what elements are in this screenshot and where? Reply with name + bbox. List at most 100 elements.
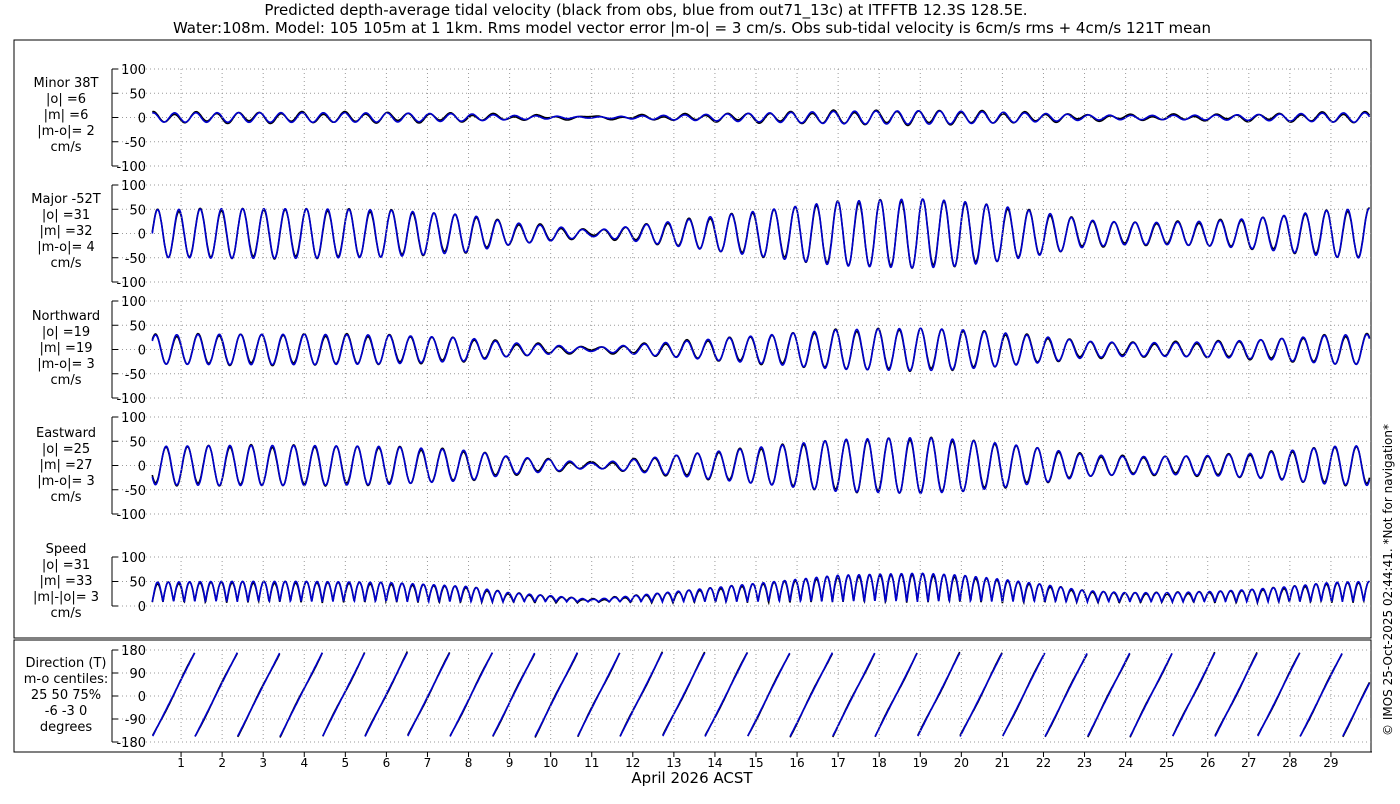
x-tick-label: 2 <box>218 756 226 770</box>
chart-title-line1: Predicted depth-average tidal velocity (… <box>264 1 1027 20</box>
panel-label-line: |m-o|= 4 <box>37 240 95 255</box>
y-tick-label: 0 <box>138 460 146 475</box>
y-tick-label: 100 <box>121 551 146 566</box>
y-tick-label: -180 <box>116 736 146 751</box>
panel-north: 100 50 0 -50 -100 Northward|o| =19|m| =19|m-o… <box>32 295 1372 407</box>
y-tick-label: -100 <box>116 160 146 175</box>
y-tick-label: 50 <box>129 203 146 218</box>
x-tick-label: 5 <box>342 756 350 770</box>
y-tick-label: -90 <box>125 713 146 728</box>
panel-major: 100 50 0 -50 -100 Major -52T|o| =31|m| =32|m-… <box>31 179 1372 291</box>
x-tick-label: 11 <box>584 756 599 770</box>
x-tick-label: 24 <box>1118 756 1133 770</box>
panel-label-line: cm/s <box>51 256 82 271</box>
panel-label-line: cm/s <box>51 490 82 505</box>
y-tick-label: 50 <box>129 576 146 591</box>
panel-label-line: cm/s <box>51 606 82 621</box>
panel-label-line: Major -52T <box>31 192 100 207</box>
panel-label-line: Speed <box>46 542 87 557</box>
panel-label-line: |o| =31 <box>42 208 90 223</box>
y-tick-label: 0 <box>138 600 146 615</box>
panel-label-line: Northward <box>32 309 100 324</box>
y-tick-label: 180 <box>121 644 146 659</box>
x-tick-label: 22 <box>1036 756 1051 770</box>
panel-label-line: cm/s <box>51 373 82 388</box>
x-tick-label: 3 <box>259 756 267 770</box>
x-tick-label: 20 <box>954 756 969 770</box>
x-tick-label: 6 <box>383 756 391 770</box>
panel-label-line: |m| =33 <box>40 574 93 589</box>
y-tick-label: -50 <box>125 252 146 267</box>
y-tick-label: 50 <box>129 319 146 334</box>
y-tick-label: -100 <box>116 392 146 407</box>
x-tick-label: 7 <box>424 756 432 770</box>
x-tick-label: 17 <box>830 756 845 770</box>
x-tick-label: 8 <box>465 756 473 770</box>
panel-label-line: |m| =19 <box>40 341 93 356</box>
panel-label-line: cm/s <box>51 140 82 155</box>
series-model-speed <box>151 572 1370 606</box>
series-obs-dir <box>152 651 1371 738</box>
panel-label-line: degrees <box>40 720 93 735</box>
x-tick-label: 9 <box>506 756 514 770</box>
panel-dir: 180 90 0 -90 -180 Direction (T)m-o centiles:2… <box>24 644 1372 751</box>
chart-title-line2: Water:108m. Model: 105 105m at 1 1km. Rm… <box>173 19 1211 37</box>
x-tick-label: 27 <box>1241 756 1256 770</box>
lower-frame <box>13 639 1372 753</box>
panel-label-line: |o| =31 <box>42 558 90 573</box>
y-tick-label: 100 <box>121 411 146 426</box>
x-tick-label: 29 <box>1323 756 1338 770</box>
x-tick-label: 16 <box>789 756 804 770</box>
tidal-velocity-figure: Predicted depth-average tidal velocity (… <box>0 0 1400 800</box>
panel-label-line: Minor 38T <box>34 76 99 91</box>
panel-label-line: |o| =6 <box>46 92 86 107</box>
y-tick-label: 0 <box>138 228 146 243</box>
y-tick-label: -50 <box>125 136 146 151</box>
series-model-dir <box>151 652 1371 737</box>
x-tick-label: 19 <box>913 756 928 770</box>
panel-label-line: -6 -3 0 <box>45 704 87 719</box>
y-tick-label: 50 <box>129 87 146 102</box>
y-tick-label: 0 <box>138 690 146 705</box>
y-tick-label: 0 <box>138 344 146 359</box>
x-tick-label: 23 <box>1077 756 1092 770</box>
x-tick-label: 10 <box>543 756 558 770</box>
copyright-note: © IMOS 25-Oct-2025 02:44:41. *Not for na… <box>1381 424 1395 736</box>
x-tick-label: 15 <box>748 756 763 770</box>
panel-label-line: |m|-|o|= 3 <box>33 590 99 605</box>
y-tick-label: -50 <box>125 368 146 383</box>
x-tick-label: 21 <box>995 756 1010 770</box>
panel-label-line: |m-o|= 3 <box>37 357 95 372</box>
panel-label-line: |m| =32 <box>40 224 93 239</box>
panel-label-line: Direction (T) <box>26 656 107 671</box>
x-tick-label: 18 <box>872 756 887 770</box>
y-tick-label: -50 <box>125 484 146 499</box>
x-axis: 1 2 3 4 5 6 7 8 9 10 11 12 13 14 15 16 17 18 19 20 21 22 23 24 2… <box>140 751 1372 770</box>
panels-group: 100500-50-100Minor 38T|o| =6|m| =6|m-o|=… <box>13 39 1372 753</box>
panel-label-line: |m| =27 <box>40 458 93 473</box>
y-tick-label: 100 <box>121 295 146 310</box>
y-tick-label: -100 <box>116 508 146 523</box>
panel-label-line: |o| =19 <box>42 325 90 340</box>
y-tick-label: -100 <box>116 276 146 291</box>
panel-label-line: |o| =25 <box>42 442 90 457</box>
panel-label-line: |m-o|= 2 <box>37 124 95 139</box>
panel-label-line: |m| =6 <box>44 108 89 123</box>
x-tick-label: 28 <box>1282 756 1297 770</box>
x-tick-label: 12 <box>625 756 640 770</box>
x-axis-label: April 2026 ACST <box>631 769 753 787</box>
y-tick-label: 100 <box>121 63 146 78</box>
tidal-chart: Predicted depth-average tidal velocity (… <box>13 1 1395 787</box>
y-tick-label: 50 <box>129 435 146 450</box>
y-tick-label: 0 <box>138 112 146 127</box>
x-tick-label: 14 <box>707 756 722 770</box>
x-tick-label: 4 <box>300 756 308 770</box>
x-tick-label: 25 <box>1159 756 1174 770</box>
x-tick-label: 1 <box>177 756 185 770</box>
panel-label-line: Eastward <box>36 426 96 441</box>
panel-label-line: m-o centiles: <box>24 672 109 687</box>
y-tick-label: 100 <box>121 179 146 194</box>
panel-label-line: |m-o|= 3 <box>37 474 95 489</box>
panel-east: 100 50 0 -50 -100 Eastward|o| =25|m| =27|m-o|… <box>36 411 1372 523</box>
x-tick-label: 13 <box>666 756 681 770</box>
